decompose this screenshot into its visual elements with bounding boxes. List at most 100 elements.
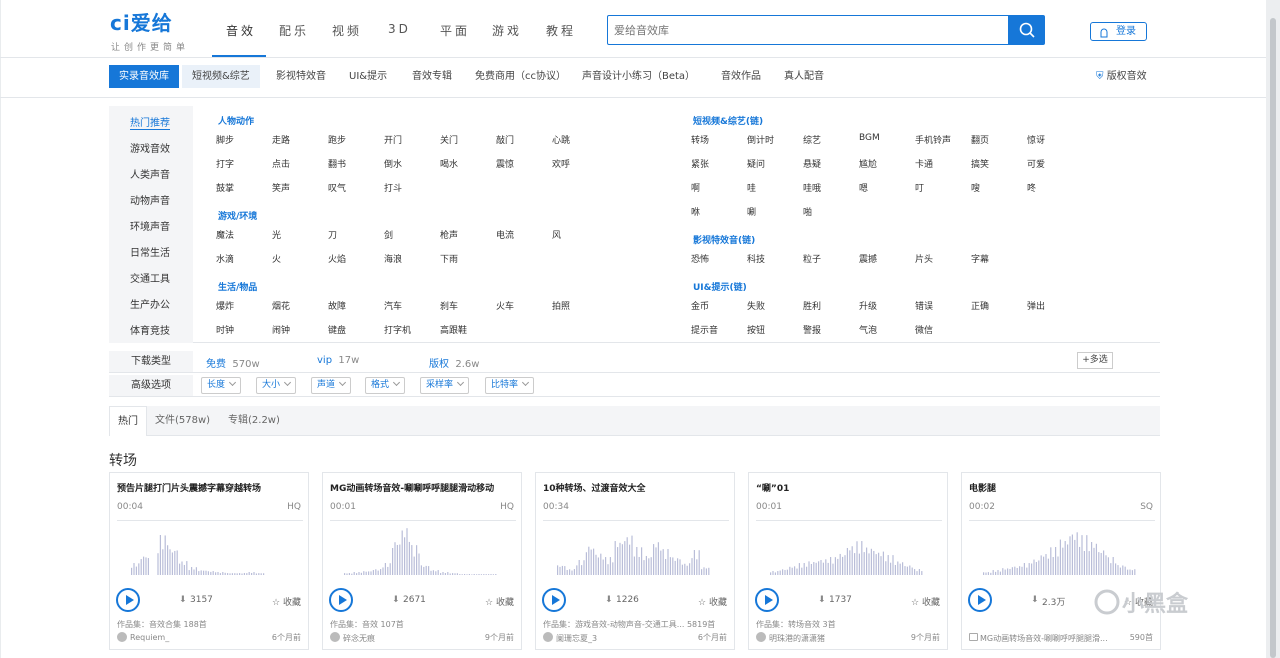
play-button[interactable] [968, 588, 992, 612]
tag-item[interactable]: 科技 [747, 252, 765, 265]
tag-item[interactable]: 刀 [328, 228, 337, 241]
card-title[interactable]: 10种转场、过渡音效大全 [543, 481, 729, 494]
tag-item[interactable]: 翻书 [328, 157, 346, 170]
avatar[interactable] [756, 632, 766, 642]
subtab-shortvideo[interactable]: 短视频&综艺 [182, 65, 260, 88]
tag-item[interactable]: 走路 [272, 133, 290, 146]
tag-item[interactable]: 爆炸 [216, 299, 234, 312]
tag-item[interactable]: 金币 [691, 299, 709, 312]
nav-tutorial[interactable]: 教程 [546, 22, 576, 39]
tag-item[interactable]: 错误 [915, 299, 933, 312]
tag-group-title[interactable]: 人物动作 [218, 114, 254, 127]
sound-card[interactable]: 10种转场、过渡音效大全 00:34 ⬇ 1226 ☆ 收藏 作品集：游戏音效-动物声音-… [535, 472, 735, 650]
tag-item[interactable]: 嗖 [971, 181, 980, 194]
subtab-voice[interactable]: 真人配音 [784, 65, 824, 88]
tag-item[interactable]: 紧张 [691, 157, 709, 170]
tag-item[interactable]: 震撼 [859, 252, 877, 265]
tag-item[interactable]: 笑声 [272, 181, 290, 194]
subtab-practice[interactable]: 声音设计小练习（Beta） [582, 65, 695, 88]
tag-item[interactable]: 火焰 [328, 252, 346, 265]
tag-item[interactable]: 咻 [691, 205, 700, 218]
tag-item[interactable]: 打字机 [384, 323, 411, 336]
tag-item[interactable]: 烟花 [272, 299, 290, 312]
multi-select-button[interactable]: +多选 [1077, 352, 1113, 369]
sound-card[interactable]: “唰”01 00:01 ⬇ 1737 ☆ 收藏 作品集：转场音效 3首 明珠港的潇潇猪 9个月… [748, 472, 948, 650]
avatar[interactable] [117, 632, 127, 642]
category-side-item[interactable]: 热门推荐 [130, 114, 170, 130]
sound-card[interactable]: MG动画转场音效-唰唰呼呼腿腿滑动移动 00:01 HQ ⬇ 2671 ☆ 收藏 作品集：音… [322, 472, 522, 650]
nav-graphic[interactable]: 平面 [440, 22, 470, 39]
scrollbar[interactable] [1266, 0, 1280, 658]
category-side-item[interactable]: 日常生活 [130, 244, 170, 259]
tag-item[interactable]: 倒水 [384, 157, 402, 170]
tag-item[interactable]: 跑步 [328, 133, 346, 146]
sound-card[interactable]: 电影腿 00:02 SQ ⬇ 2.3万 ☆ 收藏 MG动画转场音效-唰唰呼呼腿腿滑... 59… [961, 472, 1161, 650]
card-collection[interactable]: 作品集：游戏音效-动物声音-交通工具... 5819首 [543, 619, 715, 630]
tag-group-title[interactable]: UI&提示(链) [693, 280, 747, 293]
tag-item[interactable]: 魔法 [216, 228, 234, 241]
card-author[interactable]: 碎念无痕 [343, 633, 375, 644]
tag-item[interactable]: 打斗 [384, 181, 402, 194]
subtab-film[interactable]: 影视特效音 [276, 65, 326, 88]
play-button[interactable] [116, 588, 140, 612]
tag-item[interactable]: 啊 [691, 181, 700, 194]
subtab-ui[interactable]: UI&提示 [349, 65, 387, 88]
copyright-link[interactable]: ⛨ 版权音效 [1096, 65, 1147, 88]
tag-item[interactable]: 字幕 [971, 252, 989, 265]
tag-item[interactable]: 胜利 [803, 299, 821, 312]
tag-item[interactable]: 开门 [384, 133, 402, 146]
card-collection[interactable]: 作品集：转场音效 3首 [756, 619, 836, 630]
category-side-item[interactable]: 生产办公 [130, 296, 170, 311]
card-title[interactable]: MG动画转场音效-唰唰呼呼腿腿滑动移动 [330, 481, 516, 494]
card-collection[interactable]: 作品集：音效合集 188首 [117, 619, 207, 630]
tab-files[interactable]: 文件(578w) [155, 406, 210, 436]
category-side-item[interactable]: 人类声音 [130, 166, 170, 181]
card-title[interactable]: 预告片腿打门片头震撼字幕穿越转场 [117, 481, 303, 494]
tag-item[interactable]: 鼓掌 [216, 181, 234, 194]
tag-item[interactable]: 水滴 [216, 252, 234, 265]
category-side-item[interactable]: 交通工具 [130, 270, 170, 285]
dropdown-length[interactable]: 长度 [201, 377, 242, 394]
avatar[interactable] [543, 632, 553, 642]
tag-item[interactable]: BGM [859, 133, 880, 143]
subtab-works[interactable]: 音效作品 [721, 65, 761, 88]
tag-item[interactable]: 弹出 [1027, 299, 1045, 312]
tab-albums[interactable]: 专辑(2.2w) [228, 406, 280, 436]
login-button[interactable]: 登录 [1090, 22, 1147, 41]
tag-item[interactable]: 微信 [915, 323, 933, 336]
tag-item[interactable]: 正确 [971, 299, 989, 312]
subtab-free[interactable]: 免费商用（cc协议） [475, 65, 566, 88]
tag-item[interactable]: 脚步 [216, 133, 234, 146]
tag-item[interactable]: 提示音 [691, 323, 718, 336]
tag-item[interactable]: 光 [272, 228, 281, 241]
nav-video[interactable]: 视频 [332, 22, 362, 39]
sound-card[interactable]: 预告片腿打门片头震撼字幕穿越转场 00:04 HQ ⬇ 3157 ☆ 收藏 作品集：音效合集… [109, 472, 309, 650]
tag-group-title[interactable]: 游戏/环境 [218, 209, 257, 222]
dropdown-bitrate[interactable]: 比特率 [485, 377, 535, 394]
tag-item[interactable]: 喝水 [440, 157, 458, 170]
tag-item[interactable]: 气泡 [859, 323, 877, 336]
tag-item[interactable]: 惊讶 [1027, 133, 1045, 146]
scrollbar-thumb[interactable] [1270, 18, 1276, 658]
search-input[interactable] [607, 15, 1009, 45]
tag-item[interactable]: 警报 [803, 323, 821, 336]
tag-item[interactable]: 故障 [328, 299, 346, 312]
favorite-button[interactable]: ☆ 收藏 [698, 595, 727, 608]
filter-vip[interactable]: vip 17w [317, 355, 359, 366]
card-author[interactable]: Requiem_ [130, 633, 169, 642]
category-side-item[interactable]: 体育竞技 [130, 322, 170, 337]
tag-item[interactable]: 火 [272, 252, 281, 265]
tab-hot[interactable]: 热门 [109, 406, 147, 436]
tag-item[interactable]: 打字 [216, 157, 234, 170]
dropdown-format[interactable]: 格式 [365, 377, 406, 394]
tag-group-title[interactable]: 生活/物品 [218, 280, 257, 293]
tag-item[interactable]: 火车 [496, 299, 514, 312]
tag-item[interactable]: 关门 [440, 133, 458, 146]
filter-copyright[interactable]: 版权 2.6w [429, 355, 479, 370]
tag-item[interactable]: 叮 [915, 181, 924, 194]
play-button[interactable] [755, 588, 779, 612]
tag-item[interactable]: 嗯 [859, 181, 868, 194]
tag-item[interactable]: 枪声 [440, 228, 458, 241]
category-side-item[interactable]: 游戏音效 [130, 140, 170, 155]
tag-item[interactable]: 拍照 [552, 299, 570, 312]
